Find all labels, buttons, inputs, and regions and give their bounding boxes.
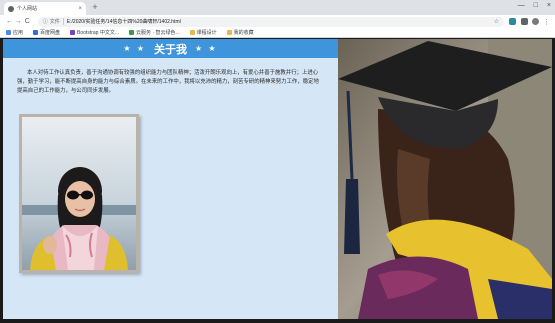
close-window-icon[interactable]: × xyxy=(547,2,551,9)
stars-decoration: ★ ★ xyxy=(195,44,218,53)
bookmark-item[interactable]: 我的收藏 xyxy=(226,29,254,36)
folder-icon xyxy=(226,30,232,35)
extension-icon[interactable] xyxy=(521,18,529,25)
address-bar[interactable]: ⓘ 文件 E:/2020/实验任务/14信息十四%20曲啸轩/1402.html… xyxy=(37,16,505,27)
file-label: 文件 xyxy=(50,18,64,25)
profile-photo-image xyxy=(22,117,136,270)
profile-avatar[interactable] xyxy=(532,18,539,25)
browser-tab-bar: 个人网站 × + — □ × xyxy=(0,0,555,15)
page-viewport: ★ ★ 关于我 ★ ★ 本人对待工作认真负责，善于沟通协调有较强的组织能力与团队… xyxy=(3,39,552,319)
browser-tab[interactable]: 个人网站 × xyxy=(4,2,86,15)
maximize-icon[interactable]: □ xyxy=(534,2,538,9)
minimize-icon[interactable]: — xyxy=(518,2,525,9)
bookmark-item[interactable]: 应用 xyxy=(6,29,23,36)
page-title: 关于我 xyxy=(154,43,187,56)
about-panel: ★ ★ 关于我 ★ ★ 本人对待工作认真负责，善于沟通协调有较强的组织能力与团队… xyxy=(3,39,338,319)
bookmark-item[interactable]: Bootstrap 中文文... xyxy=(70,29,119,36)
browser-toolbar: ← → C ⓘ 文件 E:/2020/实验任务/14信息十四%20曲啸轩/140… xyxy=(0,15,555,28)
stars-decoration: ★ ★ xyxy=(123,44,146,53)
bookmark-item[interactable]: 云服务 · 智云绿色... xyxy=(129,29,180,36)
graduation-photo-image xyxy=(338,39,552,319)
bookmark-favicon xyxy=(129,30,134,35)
globe-icon xyxy=(8,5,14,12)
graduation-photo xyxy=(338,39,552,319)
bookmarks-bar: 应用 百度网盘 Bootstrap 中文文... 云服务 · 智云绿色... 课… xyxy=(0,28,555,38)
bookmark-item[interactable]: 百度网盘 xyxy=(33,29,60,36)
folder-icon xyxy=(189,30,195,35)
forward-icon[interactable]: → xyxy=(14,18,23,25)
url-text[interactable]: E:/2020/实验任务/14信息十四%20曲啸轩/1402.html xyxy=(67,18,494,25)
back-icon[interactable]: ← xyxy=(5,18,14,25)
bookmark-favicon xyxy=(33,30,39,35)
bookmark-star-icon[interactable]: ☆ xyxy=(494,18,499,25)
tab-close-icon[interactable]: × xyxy=(78,6,82,12)
tab-title: 个人网站 xyxy=(17,6,38,12)
menu-icon[interactable]: ⋮ xyxy=(543,18,550,26)
window-bottom-edge xyxy=(0,319,555,323)
new-tab-button[interactable]: + xyxy=(90,2,100,12)
extension-icon[interactable] xyxy=(509,18,517,25)
about-banner: ★ ★ 关于我 ★ ★ xyxy=(3,39,338,58)
reload-icon[interactable]: C xyxy=(23,18,32,25)
bookmark-item[interactable]: 课程设计 xyxy=(189,29,217,36)
window-controls: — □ × xyxy=(518,2,551,9)
info-icon[interactable]: ⓘ xyxy=(43,18,48,25)
intro-paragraph: 本人对待工作认真负责，善于沟通协调有较强的组织能力与团队精神；活泼开朗乐观向上，… xyxy=(17,70,319,94)
bookmark-favicon xyxy=(70,30,76,35)
profile-photo xyxy=(19,114,139,273)
apps-icon xyxy=(6,30,11,35)
